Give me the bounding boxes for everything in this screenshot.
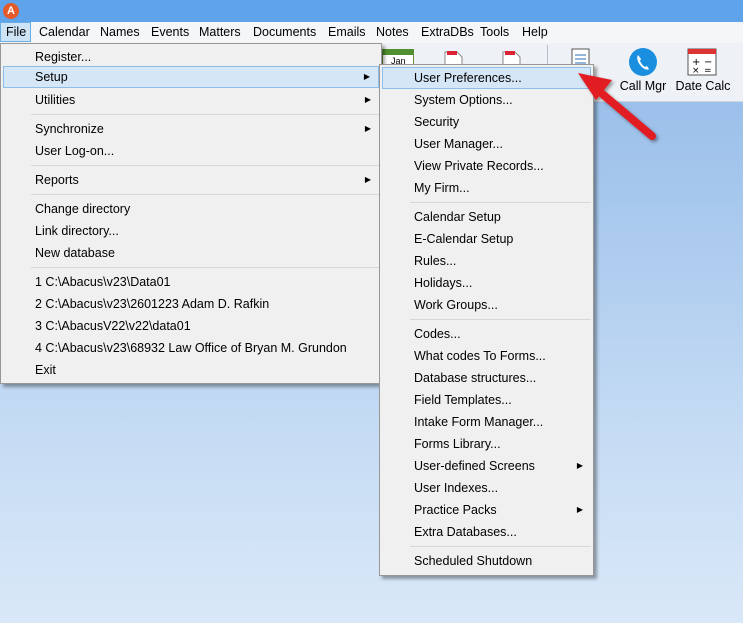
menu-extradbs[interactable]: ExtraDBs (416, 22, 479, 42)
setup-user-defined-screens-label: User-defined Screens (414, 459, 535, 473)
file-link-directory[interactable]: Link directory... (3, 220, 379, 242)
setup-scheduled-shutdown[interactable]: Scheduled Shutdown (382, 550, 591, 572)
menu-help[interactable]: Help (517, 22, 553, 42)
setup-view-private-records[interactable]: View Private Records... (382, 155, 591, 177)
menu-separator (31, 267, 379, 268)
file-utilities[interactable]: Utilities ▶ (3, 89, 379, 111)
menu-events[interactable]: Events (146, 22, 194, 42)
submenu-arrow-icon: ▶ (364, 175, 371, 184)
date-calc-label: Date Calc (675, 79, 731, 93)
menu-separator (410, 319, 591, 320)
setup-user-indexes[interactable]: User Indexes... (382, 477, 591, 499)
setup-my-firm[interactable]: My Firm... (382, 177, 591, 199)
menu-calendar[interactable]: Calendar (34, 22, 95, 42)
menu-names[interactable]: Names (95, 22, 145, 42)
submenu-arrow-icon: ▶ (364, 124, 371, 133)
menu-documents[interactable]: Documents (248, 22, 321, 42)
file-setup-label: Setup (35, 70, 68, 84)
file-menu: Register... Setup ▶ Utilities ▶ Synchron… (0, 43, 382, 384)
file-user-logon[interactable]: User Log-on... (3, 140, 379, 162)
file-recent-3[interactable]: 3 C:\AbacusV22\v22\data01 (3, 315, 379, 337)
setup-practice-packs[interactable]: Practice Packs ▶ (382, 499, 591, 521)
setup-practice-packs-label: Practice Packs (414, 503, 497, 517)
setup-holidays[interactable]: Holidays... (382, 272, 591, 294)
setup-what-codes-to-forms[interactable]: What codes To Forms... (382, 345, 591, 367)
file-recent-2[interactable]: 2 C:\Abacus\v23\2601223 Adam D. Rafkin (3, 293, 379, 315)
setup-user-defined-screens[interactable]: User-defined Screens ▶ (382, 455, 591, 477)
submenu-arrow-icon: ▶ (576, 461, 583, 470)
call-mgr-button[interactable]: Call Mgr (615, 45, 671, 99)
setup-field-templates[interactable]: Field Templates... (382, 389, 591, 411)
calculator-icon: + − × = (687, 48, 717, 76)
menu-file[interactable]: File (0, 22, 31, 42)
date-calc-button[interactable]: + − × = Date Calc (674, 45, 732, 99)
svg-text:×: × (692, 66, 700, 76)
menu-separator (410, 546, 591, 547)
setup-forms-library[interactable]: Forms Library... (382, 433, 591, 455)
file-recent-4[interactable]: 4 C:\Abacus\v23\68932 Law Office of Brya… (3, 337, 379, 359)
setup-user-manager[interactable]: User Manager... (382, 133, 591, 155)
file-utilities-label: Utilities (35, 93, 76, 107)
setup-system-options[interactable]: System Options... (382, 89, 591, 111)
setup-calendar-setup[interactable]: Calendar Setup (382, 206, 591, 228)
file-reports[interactable]: Reports ▶ (3, 169, 379, 191)
file-synchronize-label: Synchronize (35, 122, 104, 136)
app-logo-icon[interactable]: A (3, 3, 19, 19)
setup-submenu: User Preferences... System Options... Se… (379, 64, 594, 576)
file-setup[interactable]: Setup ▶ (3, 66, 379, 88)
file-recent-1[interactable]: 1 C:\Abacus\v23\Data01 (3, 271, 379, 293)
submenu-arrow-icon: ▶ (576, 505, 583, 514)
menu-separator (31, 194, 379, 195)
file-new-database[interactable]: New database (3, 242, 379, 264)
setup-rules[interactable]: Rules... (382, 250, 591, 272)
file-register[interactable]: Register... (3, 46, 379, 68)
setup-security[interactable]: Security (382, 111, 591, 133)
submenu-arrow-icon: ▶ (364, 95, 371, 104)
menu-tools[interactable]: Tools (475, 22, 514, 42)
file-synchronize[interactable]: Synchronize ▶ (3, 118, 379, 140)
menu-emails[interactable]: Emails (323, 22, 371, 42)
file-reports-label: Reports (35, 173, 79, 187)
setup-database-structures[interactable]: Database structures... (382, 367, 591, 389)
menu-separator (31, 114, 379, 115)
setup-work-groups[interactable]: Work Groups... (382, 294, 591, 316)
phone-icon (628, 47, 658, 77)
menu-bar: File Calendar Names Events Matters Docum… (0, 22, 743, 44)
menu-separator (31, 165, 379, 166)
setup-ecalendar-setup[interactable]: E-Calendar Setup (382, 228, 591, 250)
menu-matters[interactable]: Matters (194, 22, 246, 42)
file-change-directory[interactable]: Change directory (3, 198, 379, 220)
setup-user-preferences[interactable]: User Preferences... (382, 67, 591, 89)
menu-notes[interactable]: Notes (371, 22, 414, 42)
svg-text:=: = (704, 66, 712, 76)
file-exit[interactable]: Exit (3, 359, 379, 381)
setup-codes[interactable]: Codes... (382, 323, 591, 345)
setup-intake-form-manager[interactable]: Intake Form Manager... (382, 411, 591, 433)
submenu-arrow-icon: ▶ (363, 72, 370, 81)
call-mgr-label: Call Mgr (619, 79, 667, 93)
setup-extra-databases[interactable]: Extra Databases... (382, 521, 591, 543)
menu-separator (410, 202, 591, 203)
title-bar: A (0, 0, 743, 22)
